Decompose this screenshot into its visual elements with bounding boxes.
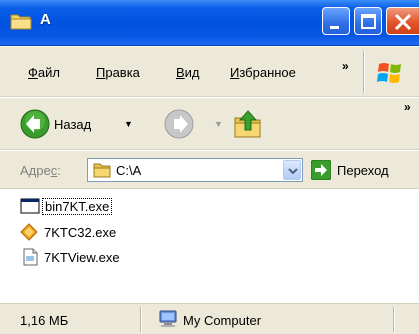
- viewer-app-icon: [23, 248, 38, 266]
- status-separator: [393, 307, 395, 332]
- status-location: My Computer: [183, 313, 262, 328]
- maximize-button[interactable]: [354, 7, 382, 35]
- status-bar: 1,16 МБ My Computer: [0, 303, 419, 334]
- toolbar-overflow-chevron[interactable]: »: [404, 100, 411, 114]
- file-name: 7KTC32.exe: [44, 225, 117, 240]
- chevron-down-icon: [288, 168, 298, 175]
- maximize-icon: [361, 14, 376, 29]
- windows-logo-icon: [377, 63, 401, 83]
- close-icon: [394, 13, 412, 31]
- address-label: Адрес:: [20, 163, 61, 178]
- window-title: A: [40, 11, 51, 28]
- menu-bar: Файл Правка Вид Избранное »: [0, 47, 419, 97]
- my-computer-icon: [159, 310, 177, 327]
- address-input[interactable]: C:\A: [87, 158, 303, 182]
- address-bar: Адрес: C:\A Переход: [0, 151, 419, 189]
- file-name: bin7KT.exe: [42, 198, 113, 215]
- forward-dropdown-icon[interactable]: ▼: [214, 119, 223, 129]
- menu-overflow-chevron[interactable]: »: [342, 59, 349, 73]
- title-bar[interactable]: A: [0, 0, 419, 46]
- menu-view[interactable]: Вид: [176, 65, 200, 80]
- menu-file[interactable]: Файл: [28, 65, 60, 80]
- toolbar: Назад ▼ ▼ »: [0, 98, 419, 150]
- app-window-icon: [20, 198, 40, 214]
- forward-arrow-icon[interactable]: [164, 109, 194, 139]
- folder-up-icon[interactable]: [232, 108, 264, 140]
- menu-separator: [363, 51, 365, 93]
- close-button[interactable]: [386, 7, 419, 35]
- go-button[interactable]: Переход: [337, 163, 389, 178]
- menu-edit[interactable]: Правка: [96, 65, 140, 80]
- status-size: 1,16 МБ: [20, 313, 69, 328]
- menu-favorites[interactable]: Избранное: [230, 65, 296, 80]
- diamond-app-icon: [20, 223, 38, 241]
- back-arrow-icon: [20, 109, 50, 139]
- back-dropdown-icon[interactable]: ▼: [124, 119, 133, 129]
- back-label: Назад: [54, 117, 92, 132]
- go-arrow-icon[interactable]: [311, 160, 331, 180]
- folder-icon: [93, 163, 111, 178]
- file-list: bin7KT.exe 7KTC32.exe 7KTView.exe: [0, 190, 419, 302]
- status-separator: [140, 307, 142, 332]
- minimize-icon: [330, 26, 339, 29]
- file-name: 7KTView.exe: [44, 250, 120, 265]
- folder-icon: [10, 14, 32, 30]
- back-button[interactable]: Назад ▼: [20, 109, 160, 139]
- address-dropdown-button[interactable]: [283, 160, 301, 180]
- address-value: C:\A: [116, 163, 142, 178]
- minimize-button[interactable]: [322, 7, 350, 35]
